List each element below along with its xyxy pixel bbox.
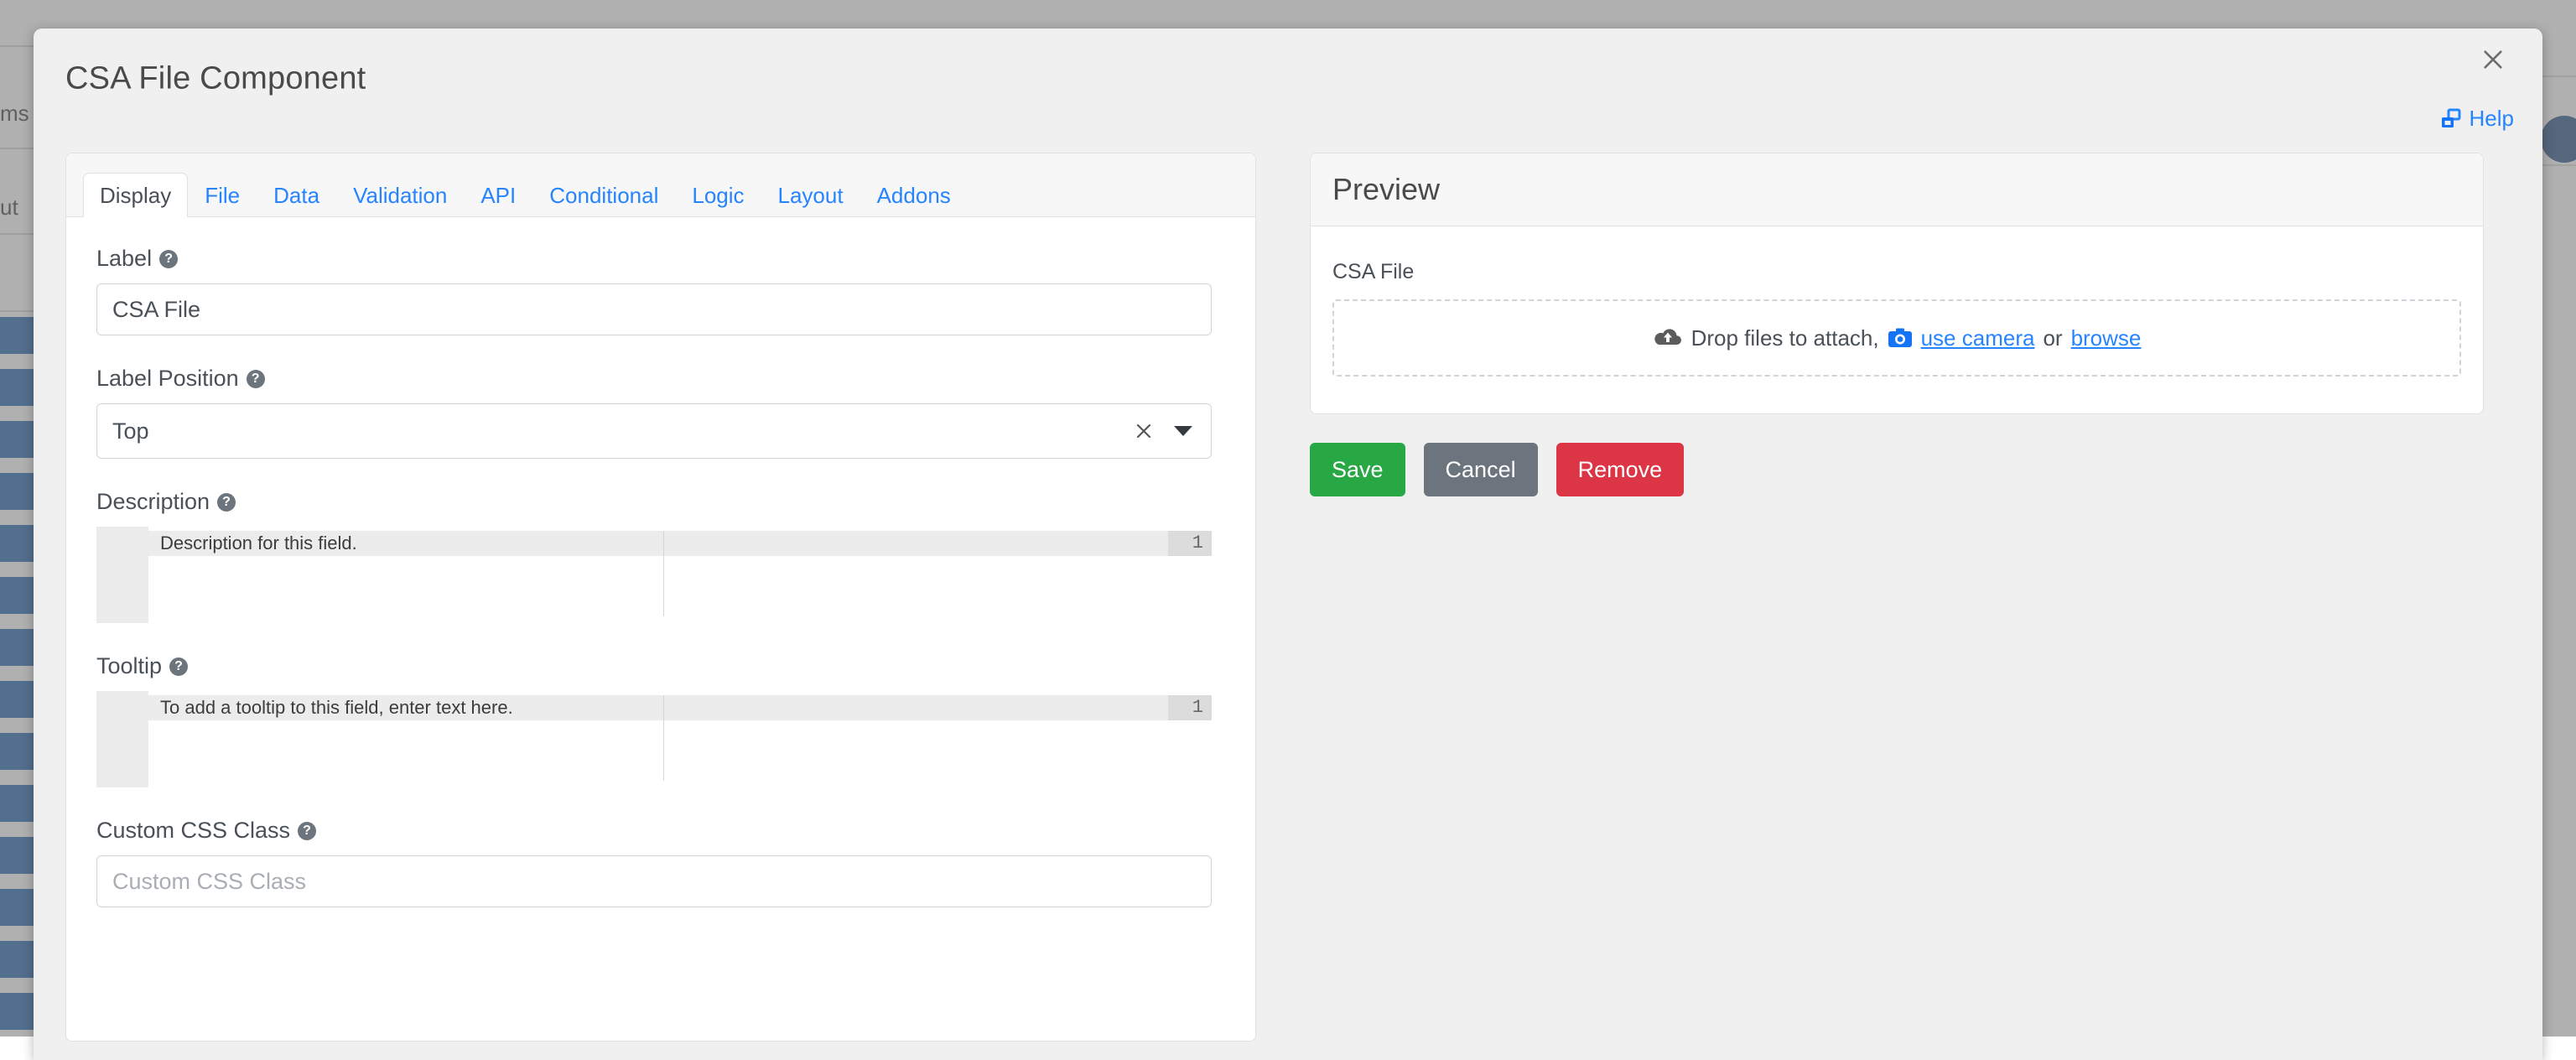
question-mark-icon[interactable]: ? xyxy=(247,370,265,388)
action-buttons: Save Cancel Remove xyxy=(1310,443,2511,496)
label-position-select[interactable]: Top xyxy=(96,403,1212,459)
description-field-label: Description ? xyxy=(96,489,1225,515)
editor-gutter xyxy=(96,691,148,787)
settings-card: Display File Data Validation API Conditi… xyxy=(65,153,1256,1042)
tab-validation[interactable]: Validation xyxy=(336,173,464,217)
tooltip-field-label: Tooltip ? xyxy=(96,653,1225,679)
preview-card: Preview CSA File Drop files to attach, xyxy=(1310,153,2484,414)
preview-title: Preview xyxy=(1332,172,2461,207)
dropzone-text-before: Drop files to attach, xyxy=(1691,325,1879,351)
custom-css-form-group: Custom CSS Class ? xyxy=(96,818,1225,907)
modal-header: CSA File Component Help xyxy=(34,29,2542,119)
browse-link[interactable]: browse xyxy=(2071,325,2142,351)
preview-column: Preview CSA File Drop files to attach, xyxy=(1291,119,2542,1060)
tooltip-label-text: Tooltip xyxy=(96,653,162,679)
tooltip-form-group: Tooltip ? 1 To add a tooltip to this fie… xyxy=(96,653,1225,787)
dropzone-text-middle: or xyxy=(2043,325,2062,351)
cloud-upload-icon xyxy=(1653,326,1683,350)
tab-file[interactable]: File xyxy=(188,173,257,217)
editor-line-number: 1 xyxy=(1168,695,1212,720)
label-field-label-text: Label xyxy=(96,246,152,272)
question-mark-icon[interactable]: ? xyxy=(159,250,178,268)
page-title: CSA File Component xyxy=(65,61,366,97)
tab-data[interactable]: Data xyxy=(257,173,336,217)
custom-css-field-label: Custom CSS Class ? xyxy=(96,818,1225,844)
description-code-editor[interactable]: 1 Description for this field. xyxy=(96,527,1212,623)
label-position-label-text: Label Position xyxy=(96,366,239,392)
description-editor-text: Description for this field. xyxy=(160,531,357,556)
tab-display[interactable]: Display xyxy=(83,173,188,217)
remove-button[interactable]: Remove xyxy=(1556,443,1685,496)
component-settings-modal: CSA File Component Help Display xyxy=(34,29,2542,1060)
custom-css-input[interactable] xyxy=(96,855,1212,907)
question-mark-icon[interactable]: ? xyxy=(298,822,316,840)
cancel-button[interactable]: Cancel xyxy=(1424,443,1538,496)
tab-conditional[interactable]: Conditional xyxy=(532,173,675,217)
custom-css-label-text: Custom CSS Class xyxy=(96,818,290,844)
tab-logic[interactable]: Logic xyxy=(675,173,761,217)
question-mark-icon[interactable]: ? xyxy=(217,493,236,512)
camera-icon[interactable] xyxy=(1888,327,1913,349)
description-form-group: Description ? 1 Description for this fie… xyxy=(96,489,1225,623)
label-position-field-label: Label Position ? xyxy=(96,366,1225,392)
chevron-down-icon[interactable] xyxy=(1174,426,1192,436)
tab-strip: Display File Data Validation API Conditi… xyxy=(66,153,1255,217)
save-button[interactable]: Save xyxy=(1310,443,1405,496)
preview-body: CSA File Drop files to attach, xyxy=(1311,226,2483,413)
tab-addons[interactable]: Addons xyxy=(860,173,968,217)
editor-margin-line xyxy=(663,531,664,616)
editor-margin-line xyxy=(663,695,664,781)
use-camera-link[interactable]: use camera xyxy=(1921,325,2035,351)
description-label-text: Description xyxy=(96,489,210,515)
label-input[interactable] xyxy=(96,283,1212,335)
preview-header: Preview xyxy=(1311,153,2483,226)
clear-x-icon[interactable] xyxy=(1134,421,1154,441)
preview-field-label: CSA File xyxy=(1332,260,2461,284)
tab-panel-display: Label ? Label Position ? Top xyxy=(66,217,1255,971)
tooltip-editor-text: To add a tooltip to this field, enter te… xyxy=(160,695,513,720)
label-field-label: Label ? xyxy=(96,246,1225,272)
label-position-selected-value: Top xyxy=(97,418,149,444)
close-icon[interactable] xyxy=(2472,39,2514,81)
label-position-form-group: Label Position ? Top xyxy=(96,366,1225,459)
editor-gutter xyxy=(96,527,148,623)
question-mark-icon[interactable]: ? xyxy=(169,657,188,676)
settings-column: Display File Data Validation API Conditi… xyxy=(34,119,1291,1060)
tab-layout[interactable]: Layout xyxy=(761,173,860,217)
modal-body: Display File Data Validation API Conditi… xyxy=(34,119,2542,1060)
editor-line-number: 1 xyxy=(1168,531,1212,556)
tooltip-code-editor[interactable]: 1 To add a tooltip to this field, enter … xyxy=(96,691,1212,787)
file-dropzone[interactable]: Drop files to attach, use camera or brow xyxy=(1332,299,2461,377)
label-form-group: Label ? xyxy=(96,246,1225,335)
tab-api[interactable]: API xyxy=(464,173,532,217)
